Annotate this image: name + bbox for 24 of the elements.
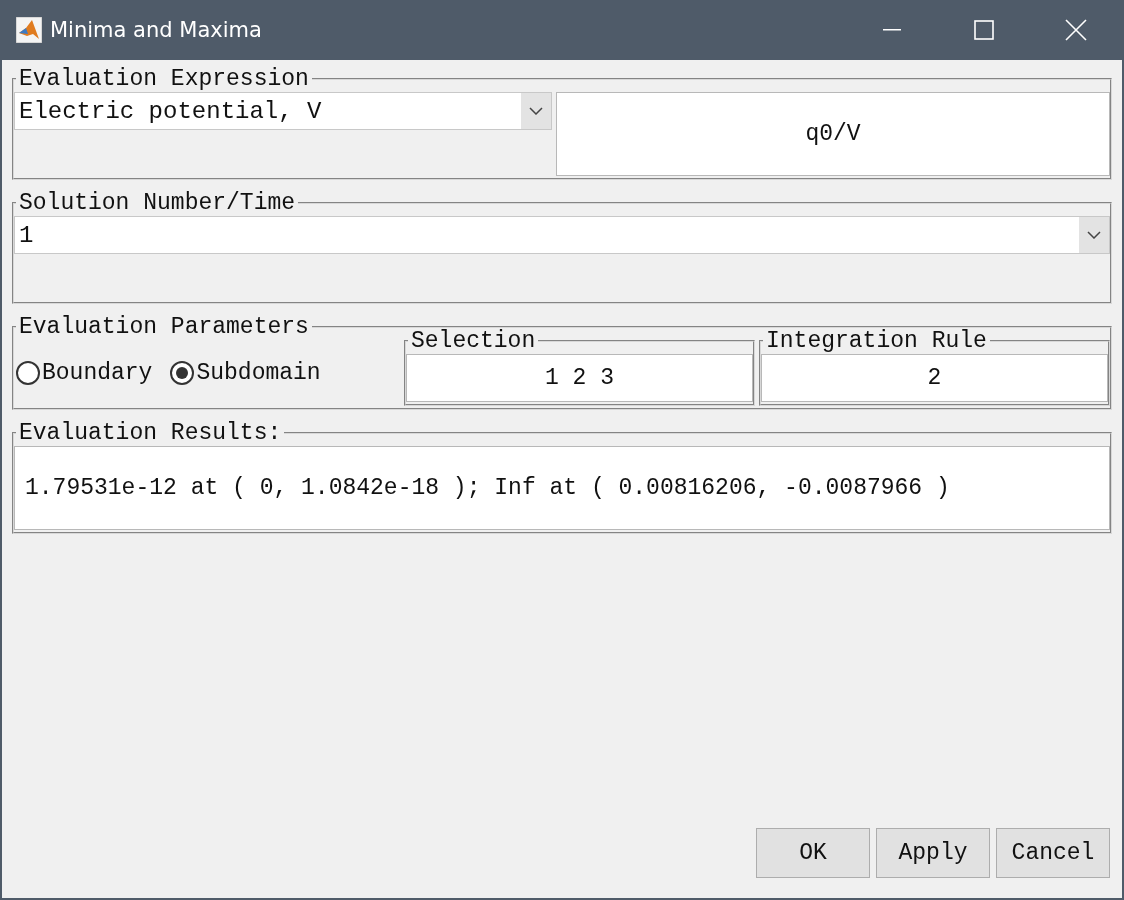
caret-icon (1087, 231, 1101, 239)
solution-dropdown[interactable]: 1 (14, 216, 1110, 254)
window-title: Minima and Maxima (50, 18, 263, 42)
close-icon (1065, 19, 1087, 41)
group-legend: Evaluation Parameters (16, 314, 312, 340)
dialog-button[interactable]: Cancel (996, 828, 1110, 878)
dialog-button[interactable]: OK (756, 828, 870, 878)
group-legend: Integration Rule (763, 328, 990, 354)
group-legend: Evaluation Expression (16, 66, 312, 92)
group-legend: Selection (408, 328, 539, 354)
integration-rule-field[interactable]: 2 (761, 354, 1108, 402)
radio-option[interactable]: Boundary (16, 360, 153, 386)
expression-field[interactable]: q0/V (556, 92, 1110, 176)
group-legend: Solution Number/Time (16, 190, 299, 216)
selection-field[interactable]: 1 2 3 (406, 354, 753, 402)
expression-dropdown[interactable]: Electric potential, V (14, 92, 552, 130)
dialog-button[interactable]: Apply (876, 828, 990, 878)
app-logo-icon (16, 17, 42, 43)
caret-icon (529, 107, 543, 115)
minimize-icon (883, 29, 901, 31)
maximize-icon (974, 20, 994, 40)
results-text: 1.79531e-12 at ( 0, 1.0842e-18 ); Inf at ( 0.00816206, -0.0087966 ) (14, 446, 1110, 530)
group-legend: Evaluation Results: (16, 420, 285, 446)
radio-option[interactable]: Subdomain (170, 360, 321, 386)
